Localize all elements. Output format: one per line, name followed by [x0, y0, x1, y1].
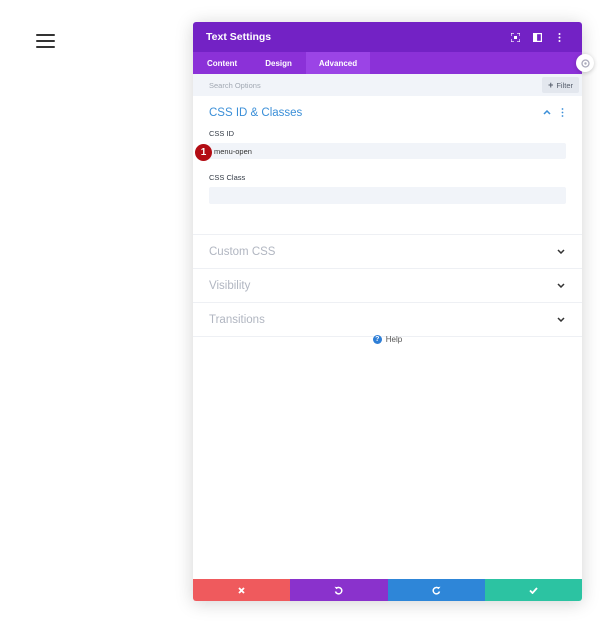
sidebar-layout-icon[interactable]: [527, 27, 547, 47]
tab-content[interactable]: Content: [193, 52, 251, 74]
css-id-field[interactable]: [214, 143, 554, 159]
section-title: CSS ID & Classes: [209, 106, 303, 119]
section-css-id-classes: CSS ID & Classes CSS ID CSS Class: [193, 96, 582, 235]
section-visibility: Visibility: [193, 269, 582, 303]
section-title: Transitions: [209, 313, 265, 326]
undo-button[interactable]: [290, 579, 388, 601]
filter-button[interactable]: + Filter: [542, 77, 579, 93]
tab-bar: Content Design Advanced: [193, 52, 582, 74]
help-question-icon: ?: [372, 335, 382, 344]
help-link[interactable]: ? Help: [193, 335, 582, 344]
chevron-down-icon[interactable]: [556, 247, 566, 257]
tab-design[interactable]: Design: [251, 52, 306, 74]
hamburger-line: [36, 40, 55, 42]
more-options-icon[interactable]: [549, 27, 569, 47]
css-class-field[interactable]: [214, 187, 554, 203]
search-options-input[interactable]: [209, 80, 509, 90]
section-transitions: Transitions: [193, 303, 582, 337]
section-toggle-css-id-classes[interactable]: CSS ID & Classes: [193, 96, 582, 129]
discard-button[interactable]: [193, 579, 291, 601]
section-toggle-transitions[interactable]: Transitions: [193, 303, 582, 336]
tab-advanced[interactable]: Advanced: [305, 52, 371, 74]
hamburger-line: [36, 34, 55, 36]
hamburger-line: [36, 46, 55, 48]
css-id-field-wrap: [209, 143, 566, 159]
css-id-label: CSS ID: [209, 129, 235, 138]
chevron-down-icon[interactable]: [556, 315, 566, 325]
step-number-badge: 1: [195, 144, 212, 161]
check-icon: [529, 586, 538, 594]
modal-footer: [193, 579, 582, 601]
fullscreen-icon[interactable]: [505, 27, 525, 47]
search-bar: + Filter: [193, 74, 582, 96]
redo-icon: [432, 586, 441, 595]
help-label: Help: [385, 335, 403, 344]
css-class-field-wrap: [209, 187, 566, 204]
undo-icon: [334, 586, 343, 595]
section-more-icon[interactable]: [558, 108, 566, 118]
filter-label: Filter: [556, 80, 573, 90]
css-class-label: CSS Class: [209, 173, 246, 182]
section-toggle-custom-css[interactable]: Custom CSS: [193, 235, 582, 268]
section-toggle-visibility[interactable]: Visibility: [193, 269, 582, 302]
chevron-down-icon[interactable]: [556, 281, 566, 291]
close-icon: [238, 586, 245, 594]
modal-title: Text Settings: [206, 31, 272, 43]
hamburger-menu-icon[interactable]: [36, 34, 55, 48]
section-title: Visibility: [209, 279, 251, 292]
settings-modal: Text Settings Content Design Advanced + …: [193, 22, 582, 601]
plus-icon: +: [548, 80, 554, 90]
settings-float-icon[interactable]: [576, 54, 594, 72]
chevron-up-icon[interactable]: [542, 108, 552, 118]
section-title: Custom CSS: [209, 245, 276, 258]
section-body: CSS ID CSS Class: [193, 129, 582, 234]
modal-header: Text Settings: [193, 22, 582, 52]
section-custom-css: Custom CSS: [193, 235, 582, 269]
redo-button[interactable]: [387, 579, 485, 601]
save-button[interactable]: [484, 579, 582, 601]
